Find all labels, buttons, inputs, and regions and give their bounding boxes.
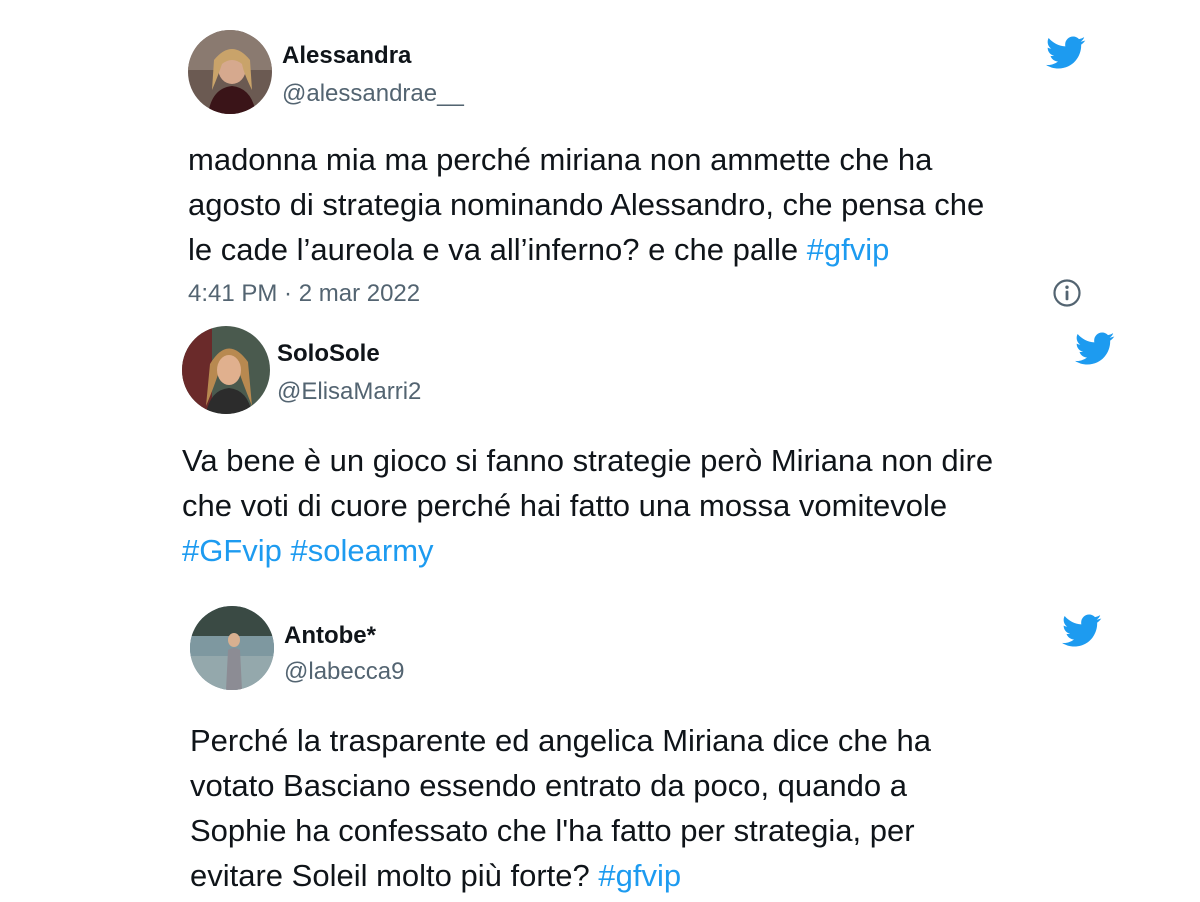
author-name[interactable]: Alessandra <box>282 42 411 70</box>
hashtag-link[interactable]: #gfvip <box>598 858 681 893</box>
tweet-timestamp[interactable]: 4:41 PM · 2 mar 2022 <box>188 280 420 308</box>
tweet-card: SoloSole @ElisaMarri2 Va bene è un gioco… <box>0 320 1200 590</box>
twitter-bird-icon[interactable] <box>1062 614 1102 648</box>
tweet-line: madonna mia ma perché miriana non ammett… <box>188 137 984 182</box>
text-span: Sophie ha confessato che l'ha fatto per … <box>190 813 915 848</box>
text-span: le cade l’aureola e va all’inferno? e ch… <box>188 232 807 267</box>
author-handle[interactable]: @ElisaMarri2 <box>277 378 421 406</box>
tweet-text: madonna mia ma perché miriana non ammett… <box>188 137 984 272</box>
avatar[interactable] <box>182 326 270 414</box>
tweet-card: Alessandra @alessandrae__ madonna mia ma… <box>0 0 1200 320</box>
text-span: che voti di cuore perché hai fatto una m… <box>182 488 948 523</box>
tweet-line: #GFvip #solearmy <box>182 528 993 573</box>
avatar[interactable] <box>190 606 274 690</box>
author-name[interactable]: SoloSole <box>277 340 380 368</box>
author-handle[interactable]: @labecca9 <box>284 658 404 686</box>
text-span: Perché la trasparente ed angelica Mirian… <box>190 723 932 758</box>
author-handle[interactable]: @alessandrae__ <box>282 80 464 108</box>
tweet-line: Perché la trasparente ed angelica Mirian… <box>190 718 931 763</box>
tweet-line: evitare Soleil molto più forte? #gfvip <box>190 853 931 898</box>
text-span: madonna mia ma perché miriana non ammett… <box>188 142 933 177</box>
hashtag-link[interactable]: #gfvip <box>807 232 890 267</box>
hashtag-link[interactable]: #solearmy <box>291 533 434 568</box>
text-span: evitare Soleil molto più forte? <box>190 858 599 893</box>
avatar[interactable] <box>188 30 272 114</box>
author-name[interactable]: Antobe* <box>284 622 376 650</box>
text-span: votato Basciano essendo entrato da poco,… <box>190 768 907 803</box>
tweet-card: Antobe* @labecca9 Perché la trasparente … <box>0 590 1200 902</box>
tweet-line: Sophie ha confessato che l'ha fatto per … <box>190 808 931 853</box>
twitter-bird-icon[interactable] <box>1046 36 1086 70</box>
text-span: Va bene è un gioco si fanno strategie pe… <box>182 443 994 478</box>
text-span <box>282 533 291 568</box>
text-span: agosto di strategia nominando Alessandro… <box>188 187 985 222</box>
tweet-line: votato Basciano essendo entrato da poco,… <box>190 763 931 808</box>
tweet-line: che voti di cuore perché hai fatto una m… <box>182 483 993 528</box>
tweet-line: agosto di strategia nominando Alessandro… <box>188 182 984 227</box>
tweet-line: Va bene è un gioco si fanno strategie pe… <box>182 438 993 483</box>
tweet-text: Va bene è un gioco si fanno strategie pe… <box>182 438 993 573</box>
twitter-bird-icon[interactable] <box>1075 332 1115 366</box>
tweet-line: le cade l’aureola e va all’inferno? e ch… <box>188 227 984 272</box>
hashtag-link[interactable]: #GFvip <box>182 533 282 568</box>
info-icon[interactable] <box>1052 278 1082 308</box>
tweet-text: Perché la trasparente ed angelica Mirian… <box>190 718 931 898</box>
